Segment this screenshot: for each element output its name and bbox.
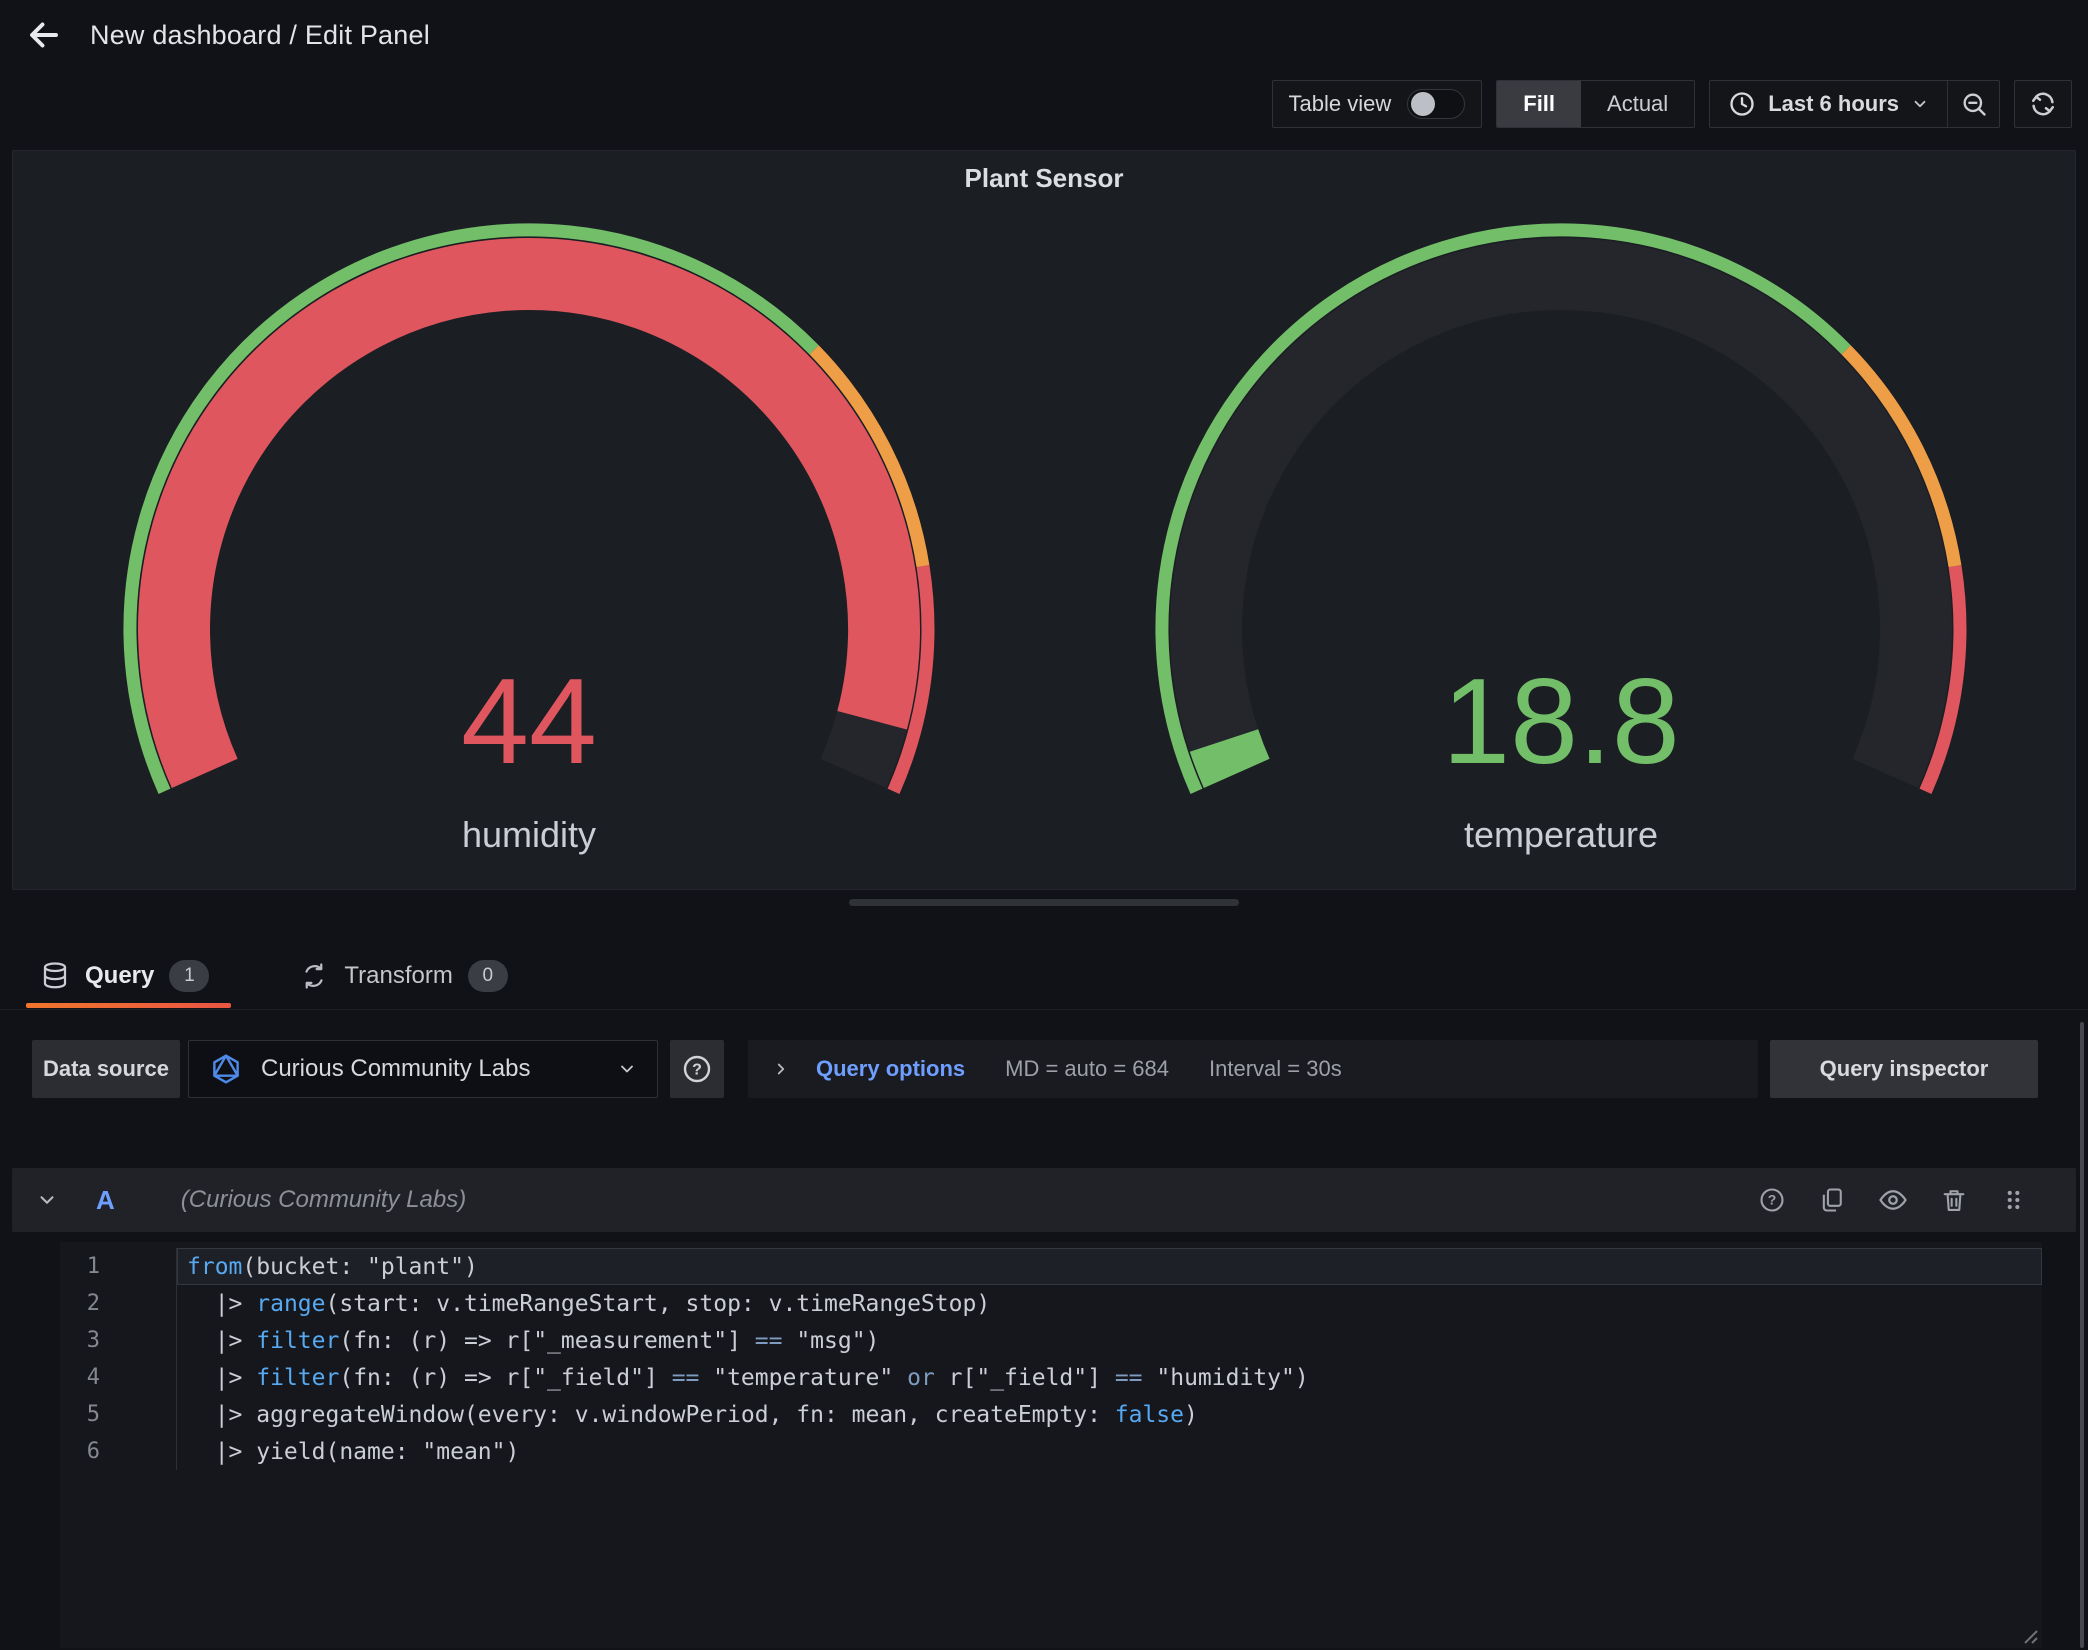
collapse-chevron-icon[interactable] xyxy=(36,1189,58,1211)
table-view-label: Table view xyxy=(1289,91,1392,117)
active-tab-underline xyxy=(26,1003,231,1008)
line-content: from(bucket: "plant") xyxy=(176,1248,2042,1285)
panel-toolbar: Table view Fill Actual Last 6 hours xyxy=(1272,80,2072,128)
query-options-label: Query options xyxy=(816,1056,965,1082)
query-ref-id: A xyxy=(96,1185,115,1216)
grafana-edit-panel-page: New dashboard / Edit Panel Table view Fi… xyxy=(0,0,2088,1650)
flux-query-editor[interactable]: 1from(bucket: "plant")2 |> range(start: … xyxy=(60,1242,2042,1648)
time-range-button[interactable]: Last 6 hours xyxy=(1710,81,1947,127)
gauge-value: 18.8 xyxy=(1442,653,1679,789)
line-number: 3 xyxy=(60,1328,100,1353)
tab-transform[interactable]: Transform 0 xyxy=(291,944,515,1008)
line-number: 2 xyxy=(60,1291,100,1316)
grip-dots-icon xyxy=(2000,1186,2026,1214)
zoom-out-time-button[interactable] xyxy=(1947,81,1999,127)
transform-count-badge: 0 xyxy=(468,960,508,992)
interval-stat: Interval = 30s xyxy=(1209,1056,1342,1082)
panel-resize-handle[interactable] xyxy=(849,899,1239,906)
back-button[interactable] xyxy=(22,13,66,57)
code-line[interactable]: 2 |> range(start: v.timeRangeStart, stop… xyxy=(60,1285,2042,1322)
toggle-visibility-button[interactable] xyxy=(1878,1185,1908,1215)
time-picker-group: Last 6 hours xyxy=(1709,80,2000,128)
zoom-out-icon xyxy=(1960,90,1988,118)
temperature-gauge: 18.8 temperature xyxy=(1045,151,2077,889)
line-content: |> yield(name: "mean") xyxy=(176,1433,2042,1470)
query-help-button[interactable]: ? xyxy=(1758,1186,1786,1214)
datasource-label: Data source xyxy=(32,1040,180,1098)
scrollbar-thumb[interactable] xyxy=(2080,1022,2084,1648)
datasource-name: Curious Community Labs xyxy=(261,1055,530,1083)
drag-handle[interactable] xyxy=(2000,1186,2026,1214)
database-icon xyxy=(40,961,70,991)
refresh-icon xyxy=(2028,89,2058,119)
line-number: 6 xyxy=(60,1439,100,1464)
datasource-row: Data source Curious Community Labs ? Que… xyxy=(32,1040,2038,1098)
tab-query-label: Query xyxy=(85,962,154,990)
fill-button[interactable]: Fill xyxy=(1497,81,1581,127)
line-number: 4 xyxy=(60,1365,100,1390)
line-content: |> range(start: v.timeRangeStart, stop: … xyxy=(176,1285,2042,1322)
query-count-badge: 1 xyxy=(169,960,209,992)
line-content: |> filter(fn: (r) => r["_field"] == "tem… xyxy=(176,1359,2042,1396)
code-line[interactable]: 1 from(bucket: "plant") xyxy=(60,1248,2042,1285)
table-view-toggle[interactable] xyxy=(1407,89,1465,119)
editor-resize-corner[interactable] xyxy=(2016,1622,2040,1646)
delete-query-button[interactable] xyxy=(1940,1186,1968,1214)
datasource-logo-icon xyxy=(209,1052,243,1086)
help-circle-icon: ? xyxy=(1758,1186,1786,1214)
fill-actual-switch: Fill Actual xyxy=(1496,80,1695,128)
transform-icon xyxy=(299,961,329,991)
chevron-down-icon xyxy=(617,1059,637,1079)
tab-query[interactable]: Query 1 xyxy=(32,944,217,1008)
code-line[interactable]: 3 |> filter(fn: (r) => r["_measurement"]… xyxy=(60,1322,2042,1359)
query-inspector-button[interactable]: Query inspector xyxy=(1770,1040,2038,1098)
code-line[interactable]: 4 |> filter(fn: (r) => r["_field"] == "t… xyxy=(60,1359,2042,1396)
actual-button[interactable]: Actual xyxy=(1581,81,1694,127)
page-header: New dashboard / Edit Panel xyxy=(0,0,2088,70)
humidity-gauge: 44 humidity xyxy=(13,151,1045,889)
chevron-down-icon xyxy=(1911,95,1929,113)
line-content: |> filter(fn: (r) => r["_measurement"] =… xyxy=(176,1322,2042,1359)
query-options-toggle[interactable]: Query options xyxy=(772,1056,965,1082)
clock-icon xyxy=(1728,90,1756,118)
line-content: |> aggregateWindow(every: v.windowPeriod… xyxy=(176,1396,2042,1433)
query-row-actions: ? xyxy=(1758,1185,2052,1215)
duplicate-query-button[interactable] xyxy=(1818,1186,1846,1214)
line-number: 1 xyxy=(60,1254,100,1279)
code-line[interactable]: 5 |> aggregateWindow(every: v.windowPeri… xyxy=(60,1396,2042,1433)
time-range-label: Last 6 hours xyxy=(1768,91,1899,117)
gauge-label: temperature xyxy=(1464,814,1658,855)
datasource-picker[interactable]: Curious Community Labs xyxy=(188,1040,658,1098)
max-data-points-stat: MD = auto = 684 xyxy=(1005,1056,1169,1082)
query-datasource-hint: (Curious Community Labs) xyxy=(181,1186,466,1214)
gauge-value: 44 xyxy=(461,653,597,789)
refresh-button[interactable] xyxy=(2014,80,2072,128)
tabs-divider xyxy=(0,1009,2088,1010)
page-title: New dashboard / Edit Panel xyxy=(90,20,430,51)
toggle-knob xyxy=(1411,92,1435,116)
code-lines: 1from(bucket: "plant")2 |> range(start: … xyxy=(60,1248,2042,1470)
svg-text:?: ? xyxy=(692,1061,702,1078)
datasource-help-button[interactable]: ? xyxy=(670,1040,724,1098)
copy-icon xyxy=(1818,1186,1846,1214)
tab-transform-label: Transform xyxy=(344,962,452,990)
svg-text:?: ? xyxy=(1768,1192,1777,1208)
table-view-group: Table view xyxy=(1272,80,1483,128)
gauge-label: humidity xyxy=(462,814,596,855)
editor-tabs: Query 1 Transform 0 xyxy=(32,944,516,1008)
gauge-panel: Plant Sensor 44humidity 18.8temperature xyxy=(12,150,2076,890)
gauge-value-arc xyxy=(1224,741,1237,774)
line-number: 5 xyxy=(60,1402,100,1427)
query-options-bar: Query options MD = auto = 684 Interval =… xyxy=(748,1040,1758,1098)
query-row-header[interactable]: A (Curious Community Labs) ? xyxy=(12,1168,2076,1232)
back-arrow-icon xyxy=(26,17,62,53)
trash-icon xyxy=(1940,1186,1968,1214)
help-circle-icon: ? xyxy=(681,1053,713,1085)
code-line[interactable]: 6 |> yield(name: "mean") xyxy=(60,1433,2042,1470)
chevron-right-icon xyxy=(772,1060,790,1078)
eye-icon xyxy=(1878,1185,1908,1215)
